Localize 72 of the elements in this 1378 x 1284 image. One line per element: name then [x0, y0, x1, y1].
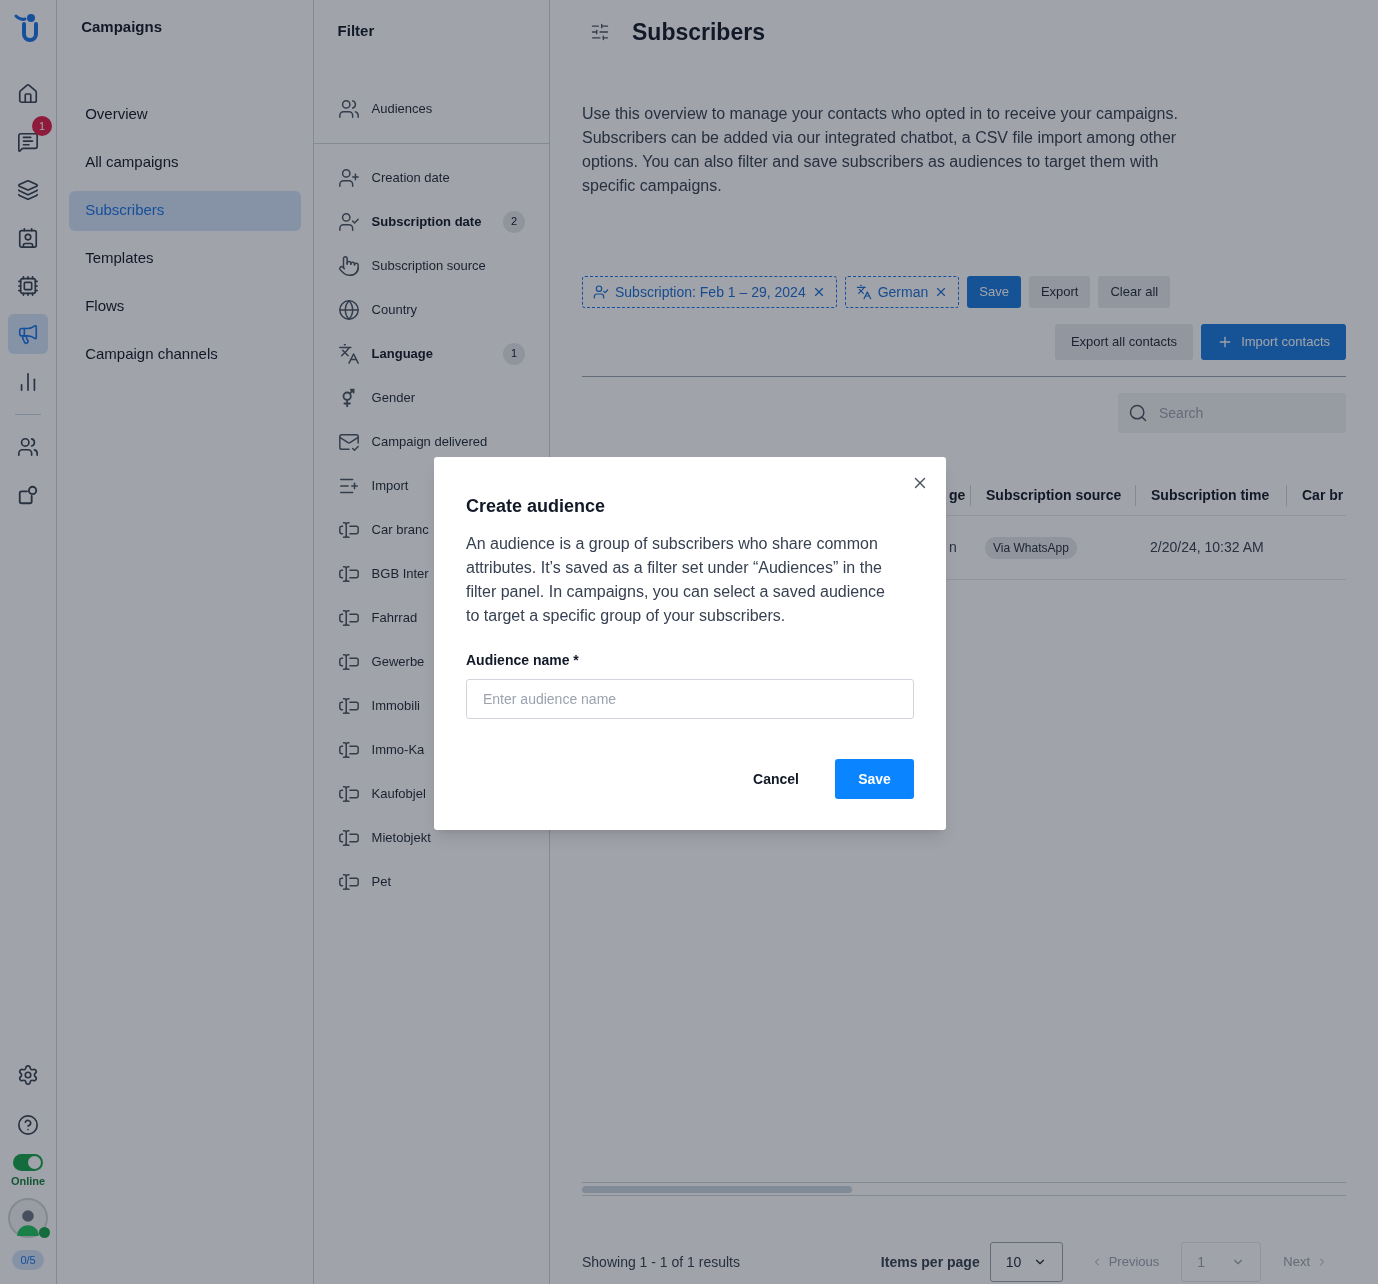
pointer-icon: [337, 254, 360, 277]
items-per-page-label: Items per page: [880, 1252, 980, 1272]
save-button[interactable]: Save: [835, 759, 914, 799]
sidebar-item[interactable]: All campaigns: [69, 142, 301, 183]
megaphone-icon: [17, 323, 40, 345]
notification-badge: 1: [32, 116, 53, 136]
filter-toggle-icon[interactable]: [590, 22, 610, 42]
filter-item[interactable]: Mietobjekt: [313, 815, 549, 860]
avatar[interactable]: [8, 1197, 49, 1238]
translate-icon: [855, 284, 872, 300]
sidebar-item[interactable]: Templates: [69, 238, 301, 279]
user-plus-icon: [337, 166, 360, 189]
results-summary: Showing 1 - 1 of 1 results: [582, 1252, 740, 1272]
export-all-button[interactable]: Export all contacts: [1054, 324, 1194, 360]
translate-icon: [337, 342, 360, 365]
sidebar-item[interactable]: Overview: [69, 94, 301, 135]
page-title: Subscribers: [632, 17, 765, 47]
dialog-description: An audience is a group of subscribers who share common attributes. It’s saved as a filter set under “Audiences” in the filter panel. In campaigns, you can select a saved audience to target a specific group of your subscribers.: [466, 534, 886, 626]
sidebar-item[interactable]: Flows: [69, 286, 301, 327]
filter-item[interactable]: Country: [313, 287, 549, 332]
table-cell-text: 2/20/24, 10:32 AM: [1150, 538, 1264, 557]
user-check-icon: [337, 210, 360, 233]
filter-item[interactable]: Immo-Ka: [313, 727, 549, 772]
count-badge: 1: [503, 342, 525, 365]
people-icon: [17, 436, 40, 458]
contact-book-icon: [17, 227, 40, 249]
status-toggle[interactable]: [13, 1154, 44, 1171]
filter-item[interactable]: Subscription source: [313, 243, 549, 288]
column-header[interactable]: Subscription source: [970, 484, 1122, 506]
page-description: Use this overview to manage your contacts who opted in to receive your campaigns. Subscribers can be added via our integrated chatbot, a CSV file import among other options. You can also filter and save subscribers as audiences to target them with specific campaigns.: [582, 104, 1179, 196]
filter-title: Filter: [336, 21, 376, 41]
chip-icon: [17, 275, 40, 297]
help-icon[interactable]: [17, 1114, 40, 1136]
field-label: Audience name *: [466, 651, 580, 670]
shapes-icon: [17, 484, 40, 506]
globe-icon: [337, 298, 360, 321]
dialog-title: Create audience: [466, 495, 607, 518]
search-icon: [1128, 403, 1148, 423]
filter-item[interactable]: Creation date: [313, 155, 549, 200]
audience-name-field[interactable]: Enter audience name: [466, 679, 914, 719]
agent-count-badge: 0/5: [12, 1249, 44, 1270]
source-tag: Via WhatsApp: [985, 536, 1077, 559]
import-button[interactable]: Import contacts: [1201, 324, 1346, 360]
filter-chip[interactable]: German: [844, 276, 960, 308]
filter-item[interactable]: Language 1: [313, 331, 549, 376]
clear-all-button[interactable]: Clear all: [1098, 276, 1171, 308]
filter-item[interactable]: Audiences: [313, 88, 457, 129]
home-icon: [17, 83, 40, 105]
filter-chip[interactable]: Subscription: Feb 1 – 29, 2024: [582, 276, 837, 308]
sidebar-item[interactable]: Campaign channels: [69, 334, 301, 375]
scrollbar[interactable]: [582, 1185, 852, 1193]
export-button[interactable]: Export: [1028, 276, 1091, 308]
user-check-icon: [593, 284, 609, 300]
filter-item[interactable]: Pet: [313, 859, 549, 904]
chat-icon: [17, 131, 40, 153]
settings-icon[interactable]: [17, 1064, 40, 1086]
sidebar-title: Campaigns: [80, 17, 163, 37]
stack-icon: [17, 179, 40, 201]
nav-button[interactable]: [8, 314, 49, 354]
filter-item[interactable]: Campaign delivered: [313, 419, 549, 464]
column-header[interactable]: Car br: [1286, 484, 1344, 506]
column-header[interactable]: ge: [949, 484, 966, 506]
table-cell-text: n: [949, 538, 957, 557]
cancel-button[interactable]: Cancel: [729, 759, 823, 799]
filter-item[interactable]: Gender: [313, 375, 549, 420]
status-label: Online: [10, 1174, 46, 1189]
filter-item[interactable]: Kaufobjel: [313, 771, 549, 816]
filter-item[interactable]: Subscription date 2: [313, 199, 549, 244]
people-icon: [337, 97, 360, 120]
column-header[interactable]: Subscription time: [1135, 484, 1270, 506]
count-badge: 2: [503, 210, 525, 233]
page-size-select[interactable]: 10: [989, 1242, 1063, 1282]
